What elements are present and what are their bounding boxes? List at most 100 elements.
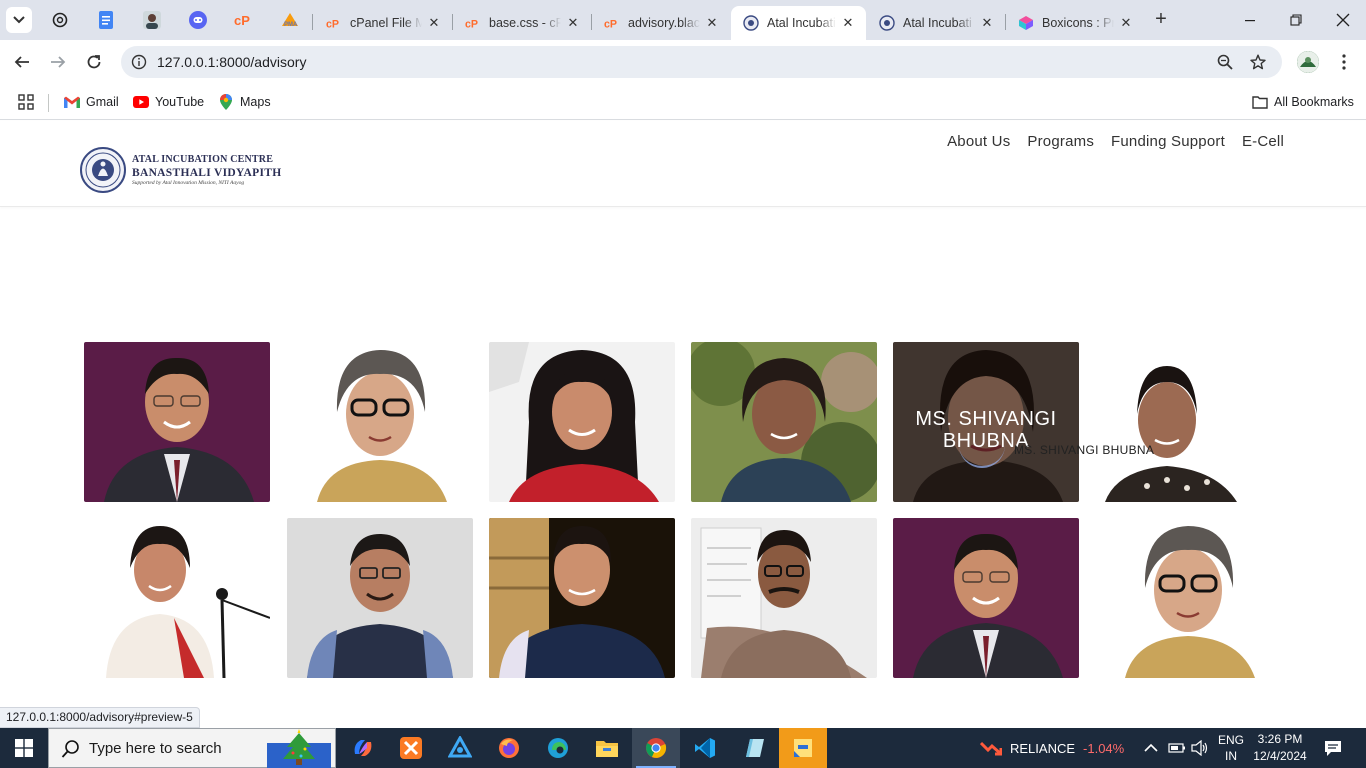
close-icon[interactable]: ✕ bbox=[565, 15, 581, 31]
tab-cpanel-file-manager[interactable]: cP cPanel File M ✕ bbox=[314, 6, 452, 40]
docs-icon bbox=[99, 11, 113, 29]
main-nav: About Us Programs Funding Support E-Cell bbox=[930, 133, 1284, 150]
tab-atal-incubation[interactable]: Atal Incubati ✕ bbox=[867, 6, 1005, 40]
stock-widget[interactable]: RELIANCE -1.04% bbox=[980, 728, 1124, 768]
battery-icon bbox=[1168, 743, 1185, 753]
new-tab-button[interactable]: + bbox=[1150, 9, 1172, 31]
youtube-icon bbox=[133, 94, 149, 110]
tab-search-button[interactable] bbox=[6, 7, 32, 33]
pinned-tab-discord[interactable] bbox=[188, 10, 208, 30]
zoom-button[interactable] bbox=[1216, 53, 1234, 71]
taskbar-copilot[interactable] bbox=[339, 728, 387, 768]
taskbar-firefox[interactable] bbox=[485, 728, 533, 768]
advisor-photo bbox=[893, 518, 1079, 678]
close-icon[interactable]: ✕ bbox=[1118, 15, 1134, 31]
advisor-photo bbox=[1095, 342, 1281, 502]
pinned-tab-phpmyadmin[interactable]: PMA bbox=[280, 10, 300, 30]
advisor-photo bbox=[691, 518, 877, 678]
taskbar-vscode[interactable] bbox=[681, 728, 729, 768]
advisor-card[interactable] bbox=[84, 342, 270, 502]
url-text[interactable]: 127.0.0.1:8000/advisory bbox=[157, 54, 306, 70]
advisor-card[interactable] bbox=[489, 342, 675, 502]
svg-text:cP: cP bbox=[326, 18, 339, 29]
windows-icon bbox=[15, 739, 33, 757]
window-close-button[interactable] bbox=[1333, 10, 1353, 30]
back-button[interactable] bbox=[11, 51, 33, 73]
taskbar-clock[interactable]: 3:26 PM 12/4/2024 bbox=[1240, 731, 1320, 765]
minimize-button[interactable] bbox=[1240, 10, 1260, 30]
bookmark-maps[interactable]: Maps bbox=[218, 92, 271, 112]
taskbar-search[interactable]: Type here to search bbox=[48, 728, 336, 768]
chevron-up-icon bbox=[1144, 743, 1158, 752]
forward-button[interactable] bbox=[47, 51, 69, 73]
tab-boxicons[interactable]: Boxicons : Pr ✕ bbox=[1006, 6, 1144, 40]
advisor-photo bbox=[84, 518, 270, 678]
tray-battery[interactable] bbox=[1168, 728, 1186, 768]
close-icon[interactable]: ✕ bbox=[979, 15, 995, 31]
nav-about-us[interactable]: About Us bbox=[947, 133, 1010, 150]
taskbar-notes[interactable] bbox=[730, 728, 778, 768]
start-button[interactable] bbox=[0, 728, 48, 768]
tab-base-css[interactable]: cP base.css - cP ✕ bbox=[453, 6, 591, 40]
site-logo[interactable]: ATAL INCUBATION CENTRE BANASTHALI VIDYAP… bbox=[80, 147, 281, 193]
tab-strip: cP PMA cP cPanel File M ✕ cP base.css - … bbox=[0, 0, 1366, 40]
aic-seal-icon bbox=[879, 15, 895, 31]
profile-avatar[interactable] bbox=[1297, 51, 1319, 73]
advisor-card[interactable] bbox=[287, 342, 473, 502]
all-bookmarks-label: All Bookmarks bbox=[1274, 95, 1354, 109]
taskbar-app-blue[interactable] bbox=[436, 728, 484, 768]
browser-menu-button[interactable] bbox=[1334, 51, 1354, 73]
gmail-icon bbox=[64, 94, 80, 110]
advisor-card[interactable] bbox=[84, 518, 270, 678]
advisor-card[interactable] bbox=[489, 518, 675, 678]
advisor-photo bbox=[691, 342, 877, 502]
cpanel-icon: cP bbox=[465, 15, 481, 31]
logo-title: ATAL INCUBATION CENTRE bbox=[132, 154, 274, 165]
tab-atal-incubation-active[interactable]: Atal Incubati ✕ bbox=[731, 6, 866, 40]
advisor-card[interactable] bbox=[691, 518, 877, 678]
close-icon[interactable]: ✕ bbox=[426, 15, 442, 31]
apps-button[interactable] bbox=[18, 92, 34, 112]
taskbar-xampp[interactable] bbox=[387, 728, 435, 768]
close-icon[interactable]: ✕ bbox=[704, 15, 720, 31]
reload-button[interactable] bbox=[83, 51, 105, 73]
pinned-tab-chatgpt[interactable] bbox=[50, 10, 70, 30]
pinned-tab-docs[interactable] bbox=[96, 10, 116, 30]
arrow-right-icon bbox=[51, 56, 66, 68]
taskbar-chrome[interactable] bbox=[632, 728, 680, 768]
aic-seal-icon bbox=[743, 15, 759, 31]
all-bookmarks-button[interactable]: All Bookmarks bbox=[1252, 92, 1354, 112]
close-icon[interactable]: ✕ bbox=[840, 15, 856, 31]
bookmark-star-button[interactable] bbox=[1249, 53, 1267, 71]
tab-advisory-blade[interactable]: cP advisory.blac ✕ bbox=[592, 6, 730, 40]
advisor-card-hovered[interactable]: MS. SHIVANGI BHUBNA bbox=[893, 342, 1079, 502]
advisor-card[interactable] bbox=[691, 342, 877, 502]
status-bar-url: 127.0.0.1:8000/advisory#preview-5 bbox=[0, 707, 200, 728]
pinned-tab-cpanel[interactable]: cP bbox=[234, 10, 254, 30]
tray-chevron[interactable] bbox=[1144, 728, 1158, 768]
nav-programs[interactable]: Programs bbox=[1027, 133, 1094, 150]
connect-icon bbox=[448, 736, 472, 758]
advisor-card[interactable] bbox=[1095, 518, 1281, 678]
advisor-card[interactable] bbox=[287, 518, 473, 678]
tab-title: Boxicons : Pr bbox=[1042, 16, 1114, 30]
bookmark-gmail[interactable]: Gmail bbox=[64, 92, 119, 112]
taskbar-file-explorer[interactable] bbox=[583, 728, 631, 768]
site-info-icon[interactable] bbox=[131, 54, 147, 70]
taskbar-sticky[interactable] bbox=[779, 728, 827, 768]
restore-button[interactable] bbox=[1286, 10, 1306, 30]
stock-change: -1.04% bbox=[1083, 740, 1125, 756]
nav-funding-support[interactable]: Funding Support bbox=[1111, 133, 1225, 150]
tab-separator bbox=[312, 14, 313, 30]
svg-text:cP: cP bbox=[604, 18, 617, 29]
nav-e-cell[interactable]: E-Cell bbox=[1242, 133, 1284, 150]
taskbar-edge[interactable] bbox=[534, 728, 582, 768]
advisor-card[interactable] bbox=[1095, 342, 1281, 502]
search-placeholder: Type here to search bbox=[89, 740, 222, 757]
pinned-tab-avatar[interactable] bbox=[142, 10, 162, 30]
bookmark-youtube[interactable]: YouTube bbox=[133, 92, 204, 112]
advisor-card[interactable] bbox=[893, 518, 1079, 678]
address-bar[interactable]: 127.0.0.1:8000/advisory bbox=[121, 46, 1282, 78]
notification-center[interactable] bbox=[1324, 728, 1342, 768]
tray-volume[interactable] bbox=[1191, 728, 1209, 768]
